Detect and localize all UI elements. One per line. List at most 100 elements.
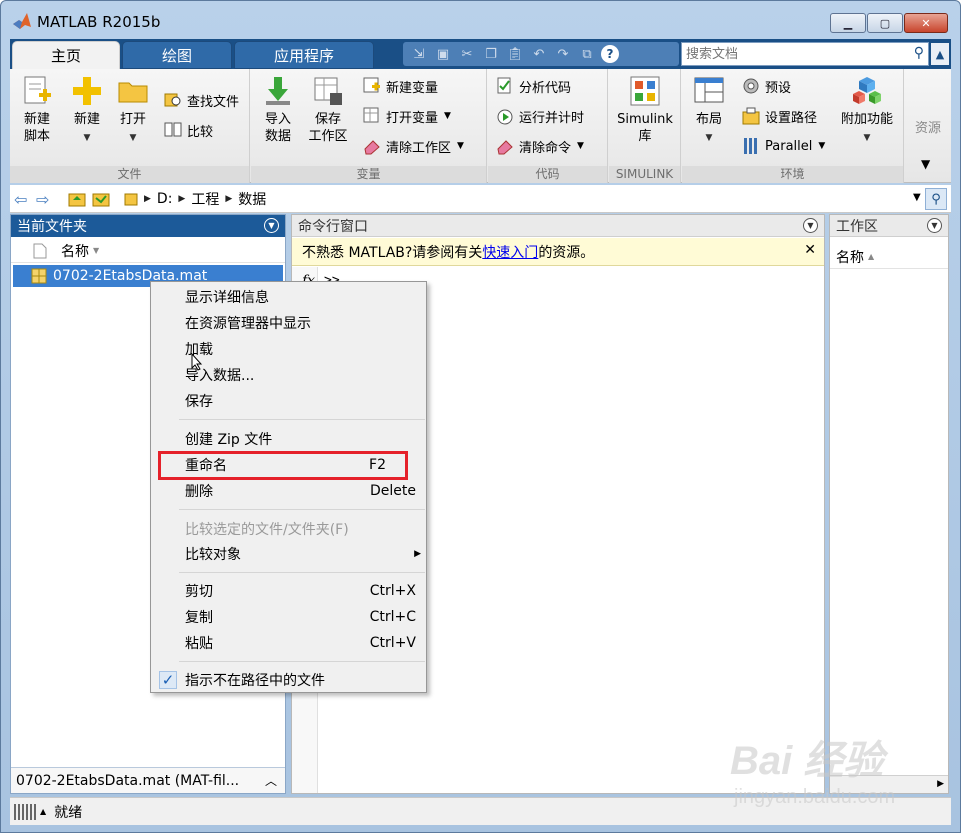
menu-item-create-zip[interactable]: 创建 Zip 文件 [151,427,426,451]
cut-icon[interactable]: ✂ [457,44,477,64]
panel-menu-icon[interactable]: ▼ [803,218,818,233]
menu-item-delete[interactable]: 删除 Delete [151,479,426,503]
analyze-code-icon [497,77,511,94]
file-group-label: 文件 [10,166,249,183]
back-arrow-icon[interactable]: ⇦ [14,190,27,209]
add-ons-button[interactable]: 附加功能 ▼ [836,75,898,147]
find-files-button[interactable]: 查找文件 [164,89,239,111]
menu-item-save[interactable]: 保存 [151,389,426,413]
current-folder-header[interactable]: 当前文件夹 ▼ [11,215,285,237]
breadcrumb[interactable]: ▶ D: ▶ 工程 ▶ 数据 [124,188,912,210]
parallel-button[interactable]: Parallel ▼ [742,135,825,157]
analyze-code-button[interactable]: 分析代码 [496,75,571,97]
open-button[interactable]: 打开 ▼ [110,75,156,147]
minimize-button[interactable]: ▁ [830,13,866,33]
menu-item-compare-against[interactable]: 比较对象 ▶ [151,542,426,566]
status-grip-icon[interactable] [14,803,36,820]
clear-workspace-button[interactable]: 清除工作区 ▼ [363,135,464,157]
title-bar[interactable]: MATLAB R2015b ▁ ▢ ✕ [1,1,960,39]
chevron-up-icon[interactable]: ︿ [265,772,277,789]
maximize-button[interactable]: ▢ [867,13,903,33]
panel-menu-icon[interactable]: ▼ [927,218,942,233]
menu-item-copy[interactable]: 复制 Ctrl+C [151,605,426,629]
up-folder-icon[interactable] [68,190,86,207]
menu-item-cut[interactable]: 剪切 Ctrl+X [151,579,426,603]
getting-started-link[interactable]: 快速入门 [482,242,538,262]
tab-home[interactable]: 主页 [12,41,120,69]
run-and-time-button[interactable]: 运行并计时 [496,105,584,127]
status-caret-icon[interactable]: ▲ [40,807,46,816]
panel-menu-icon[interactable]: ▼ [264,218,279,233]
menu-item-show-in-explorer[interactable]: 在资源管理器中显示 [151,311,426,335]
import-icon[interactable]: ⇲ [409,44,429,64]
menu-item-paste[interactable]: 粘贴 Ctrl+V [151,631,426,655]
close-notice-icon[interactable]: ✕ [804,242,816,258]
import-data-button[interactable]: 导入 数据 [255,75,301,145]
new-script-button[interactable]: 新建 脚本 [14,75,60,145]
quick-access-toolbar: ⇲ ▣ ✂ ❐ 📋︎ ↶ ↷ ⧉ ? [403,42,679,66]
menu-item-indicate-not-on-path[interactable]: ✓ 指示不在路径中的文件 [151,668,426,692]
workspace-panel: 工作区 ▼ 名称 ▲ ▶ [829,214,949,794]
open-dropdown-icon[interactable]: ▼ [110,130,156,147]
help-icon[interactable]: ? [601,45,619,63]
compare-button[interactable]: 比较 [164,119,213,141]
forward-arrow-icon[interactable]: ⇨ [36,190,49,209]
undo-icon[interactable]: ↶ [529,44,549,64]
tab-plots[interactable]: 绘图 [122,41,232,69]
resources-dropdown-icon[interactable]: ▼ [921,157,930,171]
tab-apps[interactable]: 应用程序 [234,41,374,69]
save-workspace-icon [314,77,342,105]
command-window-header[interactable]: 命令行窗口 ▼ [292,215,824,237]
workspace-header[interactable]: 工作区 ▼ [830,215,948,237]
crumb-project[interactable]: 工程 [191,189,219,209]
getting-started-notice: 不熟悉 MATLAB?请参阅有关 快速入门 的资源。 ✕ [292,238,824,266]
clear-workspace-dropdown-icon[interactable]: ▼ [457,141,464,151]
new-script-icon [24,76,51,104]
save-icon[interactable]: ▣ [433,44,453,64]
open-variable-button[interactable]: 打开变量 ▼ [363,105,451,127]
watermark-main: Bai 经验 [730,739,884,783]
switch-windows-icon[interactable]: ⧉ [577,44,597,64]
chevron-right-icon: ▶ [178,194,186,204]
save-workspace-button[interactable]: 保存 工作区 [305,75,351,145]
scroll-right-icon[interactable]: ▶ [937,779,944,789]
new-button[interactable]: 新建 ▼ [64,75,110,147]
browse-folder-icon[interactable] [92,190,110,207]
parallel-dropdown-icon[interactable]: ▼ [818,141,825,151]
name-column-header[interactable]: 名称 ▼ [11,239,285,263]
add-ons-dropdown-icon[interactable]: ▼ [836,130,898,147]
search-icon[interactable]: ⚲ [914,45,924,61]
folder-search-icon[interactable]: ⚲ [925,188,947,210]
collapse-ribbon-icon[interactable]: ▲ [931,43,949,65]
mouse-cursor-icon [191,353,203,371]
set-path-icon [742,107,760,125]
crumb-drive[interactable]: D: [157,191,173,207]
address-dropdown-icon[interactable]: ▼ [913,192,921,203]
clear-commands-dropdown-icon[interactable]: ▼ [577,141,584,151]
menu-item-show-details[interactable]: 显示详细信息 [151,285,426,309]
paste-icon[interactable]: 📋︎ [505,44,525,64]
set-path-button[interactable]: 设置路径 [742,105,817,127]
redo-icon[interactable]: ↷ [553,44,573,64]
search-input[interactable] [682,43,902,65]
workspace-name-column[interactable]: 名称 ▲ [830,245,948,269]
layout-dropdown-icon[interactable]: ▼ [686,130,732,147]
folder-icon [124,193,138,206]
preferences-button[interactable]: 预设 [742,75,791,97]
close-button[interactable]: ✕ [904,13,948,33]
open-variable-dropdown-icon[interactable]: ▼ [444,111,451,121]
clear-commands-button[interactable]: 清除命令 ▼ [496,135,584,157]
new-variable-button[interactable]: 新建变量 [363,75,438,97]
resources-label[interactable]: 资源 [907,117,949,136]
layout-button[interactable]: 布局 ▼ [686,75,732,147]
crumb-data[interactable]: 数据 [238,189,266,209]
parallel-icon [744,138,757,154]
file-details-footer[interactable]: 0702-2EtabsData.mat (MAT-fil... ︿ [11,767,285,793]
menu-item-compare-selected: 比较选定的文件/文件夹(F) [185,522,349,538]
new-dropdown-icon[interactable]: ▼ [64,130,110,147]
baidu-watermark: Bai 经验 jingyan.baidu.com [730,728,930,818]
copy-icon[interactable]: ❐ [481,44,501,64]
simulink-library-button[interactable]: Simulink 库 [613,75,677,145]
search-documentation[interactable]: ⚲ [681,42,929,66]
mat-file-icon [31,268,47,284]
